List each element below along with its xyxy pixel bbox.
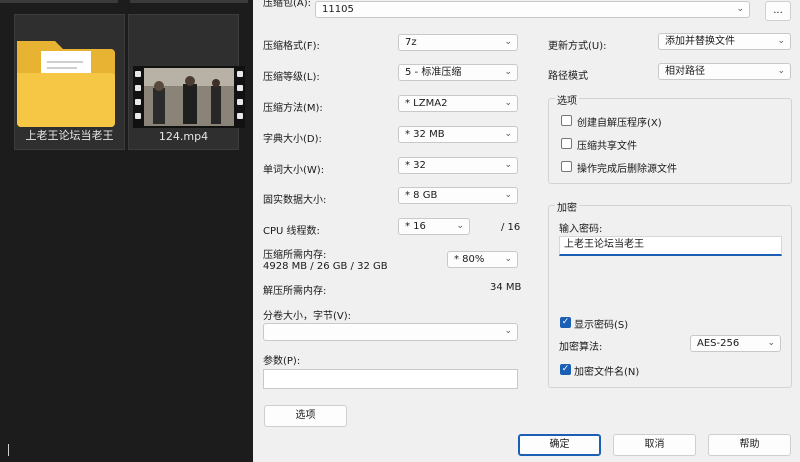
ok-button[interactable]: 确定 — [518, 434, 601, 456]
update-mode-select[interactable]: 添加并替换文件 ⌄ — [658, 33, 791, 50]
archive-name-value: 11105 — [322, 4, 354, 15]
chevron-down-icon: ⌄ — [736, 4, 744, 14]
file-item-label: 上老王论坛当老王 — [25, 129, 114, 142]
path-mode-select[interactable]: 相对路径 ⌄ — [658, 63, 791, 80]
mem-comp-label: 压缩所需内存: — [263, 250, 327, 261]
shared-files-checkbox[interactable] — [561, 138, 572, 149]
top-scroll-strip — [130, 0, 248, 3]
folder-icon — [17, 41, 115, 127]
delete-after-checkbox[interactable] — [561, 161, 572, 172]
format-value: 7z — [405, 37, 417, 48]
enc-method-value: AES-256 — [697, 338, 740, 349]
chevron-down-icon: ⌄ — [504, 37, 512, 47]
solid-value: * 8 GB — [405, 190, 438, 201]
level-label: 压缩等级(L): — [263, 72, 320, 83]
path-mode-value: 相对路径 — [665, 66, 705, 77]
delete-after-label: 操作完成后删除源文件 — [577, 164, 677, 175]
word-label: 单词大小(W): — [263, 165, 325, 176]
options-group-title: 选项 — [555, 92, 579, 107]
show-password-label: 显示密码(S) — [574, 320, 629, 331]
chevron-down-icon: ⌄ — [504, 129, 512, 139]
word-select[interactable]: * 32 ⌄ — [398, 157, 518, 174]
chevron-down-icon: ⌄ — [504, 326, 512, 336]
browse-button[interactable]: ... — [765, 1, 791, 21]
password-label: 输入密码: — [559, 224, 603, 235]
text-caret — [8, 444, 9, 456]
chevron-down-icon: ⌄ — [456, 221, 464, 231]
sfx-label: 创建自解压程序(X) — [577, 118, 662, 129]
format-label: 压缩格式(F): — [263, 41, 320, 52]
add-to-archive-dialog: 压缩包(A): 11105 ⌄ ... 压缩格式(F): 7z ⌄ 压缩等级(L)… — [253, 0, 800, 462]
cancel-button[interactable]: 取消 — [613, 434, 696, 456]
video-thumbnail-icon — [133, 66, 245, 128]
solid-label: 固实数据大小: — [263, 195, 327, 206]
mem-comp-detail: 4928 MB / 26 GB / 32 GB — [263, 261, 388, 272]
mem-decomp-label: 解压所需内存: — [263, 286, 327, 297]
word-value: * 32 — [405, 160, 426, 171]
format-select[interactable]: 7z ⌄ — [398, 34, 518, 51]
enc-method-label: 加密算法: — [559, 342, 603, 353]
encryption-group-title: 加密 — [555, 199, 579, 214]
mem-usage-value: * 80% — [454, 254, 485, 265]
threads-select[interactable]: * 16 ⌄ — [398, 218, 470, 235]
chevron-down-icon: ⌄ — [504, 98, 512, 108]
chevron-down-icon: ⌄ — [777, 36, 785, 46]
file-explorer-panel: 上老王论坛当老王 124.mp4 — [0, 0, 253, 462]
enc-method-select[interactable]: AES-256 ⌄ — [690, 335, 781, 352]
mem-decomp-value: 34 MB — [490, 282, 522, 293]
help-button[interactable]: 帮助 — [708, 434, 791, 456]
dict-value: * 32 MB — [405, 129, 445, 140]
archive-label: 压缩包(A): — [263, 0, 312, 9]
params-input[interactable] — [263, 369, 518, 389]
threads-value: * 16 — [405, 221, 426, 232]
path-label: 路径模式 — [548, 71, 588, 82]
split-size-combo[interactable]: ⌄ — [263, 323, 518, 341]
level-value: 5 - 标准压缩 — [405, 67, 462, 78]
file-item-video[interactable]: 124.mp4 — [128, 14, 245, 150]
file-item-label: 124.mp4 — [158, 130, 209, 143]
mem-usage-select[interactable]: * 80% ⌄ — [447, 251, 518, 268]
method-label: 压缩方法(M): — [263, 103, 323, 114]
dict-label: 字典大小(D): — [263, 134, 322, 145]
options-button[interactable]: 选项 — [264, 405, 347, 427]
update-mode-value: 添加并替换文件 — [665, 36, 735, 47]
chevron-down-icon: ⌄ — [777, 66, 785, 76]
level-select[interactable]: 5 - 标准压缩 ⌄ — [398, 64, 518, 81]
solid-select[interactable]: * 8 GB ⌄ — [398, 187, 518, 204]
dict-select[interactable]: * 32 MB ⌄ — [398, 126, 518, 143]
threads-total: / 16 — [501, 222, 521, 233]
chevron-down-icon: ⌄ — [767, 338, 775, 348]
show-password-checkbox[interactable]: ✓ — [560, 317, 571, 328]
archive-name-combo[interactable]: 11105 ⌄ — [315, 1, 750, 18]
params-label: 参数(P): — [263, 356, 301, 367]
encrypt-names-label: 加密文件名(N) — [574, 367, 640, 378]
top-scroll-strip — [0, 0, 118, 3]
encrypt-names-checkbox[interactable]: ✓ — [560, 364, 571, 375]
shared-files-label: 压缩共享文件 — [577, 141, 637, 152]
sfx-checkbox[interactable] — [561, 115, 572, 126]
update-label: 更新方式(U): — [548, 41, 607, 52]
method-select[interactable]: * LZMA2 ⌄ — [398, 95, 518, 112]
threads-label: CPU 线程数: — [263, 226, 320, 237]
split-label: 分卷大小，字节(V): — [263, 311, 352, 322]
chevron-down-icon: ⌄ — [504, 67, 512, 77]
password-input[interactable]: 上老王论坛当老王 — [559, 236, 782, 256]
chevron-down-icon: ⌄ — [504, 160, 512, 170]
file-item-folder[interactable]: 上老王论坛当老王 — [14, 14, 125, 150]
chevron-down-icon: ⌄ — [504, 254, 512, 264]
method-value: * LZMA2 — [405, 98, 448, 109]
chevron-down-icon: ⌄ — [504, 190, 512, 200]
